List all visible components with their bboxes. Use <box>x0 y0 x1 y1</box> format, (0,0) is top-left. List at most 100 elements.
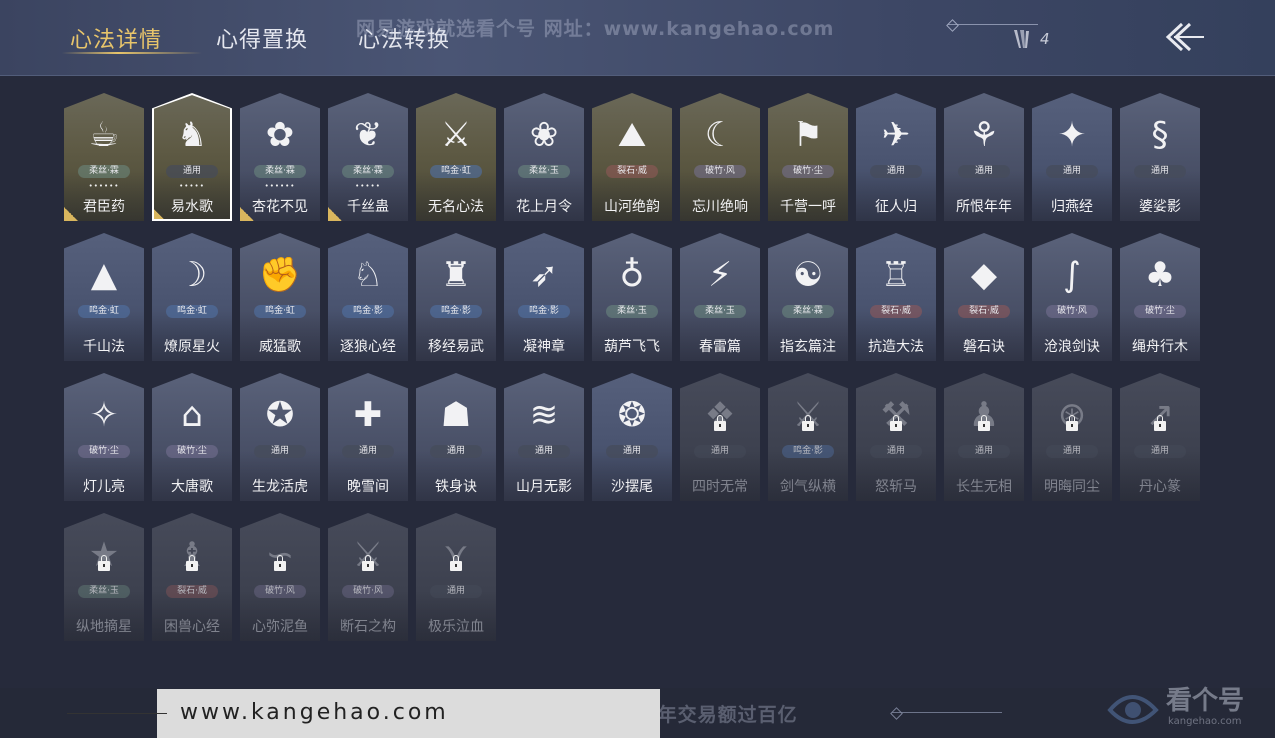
xinfa-card[interactable]: ✪ 通用 生龙活虎 <box>240 373 320 501</box>
xinfa-card[interactable]: ▲ 鸣金·虹 千山法 <box>64 233 144 361</box>
xinfa-card[interactable]: ∫ 破竹·风 沧浪剑诀 <box>1032 233 1112 361</box>
xinfa-card[interactable]: ❦ 柔丝·霖 ••••• 千丝蛊 <box>328 93 408 221</box>
xinfa-card[interactable]: ❖通用四时无常 <box>680 373 760 501</box>
school-tag: 破竹·尘 <box>782 165 834 178</box>
xinfa-card[interactable]: ➶ 鸣金·影 凝神章 <box>504 233 584 361</box>
school-tag: 柔丝·霖 <box>254 165 306 178</box>
xinfa-card[interactable]: ☽ 鸣金·虹 燎原星火 <box>152 233 232 361</box>
card-name: 燎原星火 <box>164 339 220 355</box>
xinfa-card[interactable]: ⚔鸣金·影剑气纵横 <box>768 373 848 501</box>
sword-icon: ⚔ <box>440 115 472 155</box>
card-name: 剑气纵横 <box>780 479 836 495</box>
xinfa-card[interactable]: ☗ 通用 铁身诀 <box>416 373 496 501</box>
xinfa-card[interactable]: ❀ 柔丝·玉 花上月令 <box>504 93 584 221</box>
xinfa-card[interactable]: ⚘ 通用 所恨年年 <box>944 93 1024 221</box>
horse-icon: ♞ <box>176 115 208 155</box>
xinfa-card[interactable]: ♜ 鸣金·影 移经易武 <box>416 233 496 361</box>
xinfa-card[interactable]: ♘ 鸣金·影 逐狼心经 <box>328 233 408 361</box>
strongman-icon: ☗ <box>440 395 472 435</box>
equipped-corner-mark <box>328 207 342 221</box>
xinfa-card[interactable]: ☯ 柔丝·霖 指玄篇注 <box>768 233 848 361</box>
card-name: 磐石诀 <box>963 339 1005 355</box>
card-name: 丹心篆 <box>1139 479 1181 495</box>
xinfa-card[interactable]: ✊ 鸣金·虹 威猛歌 <box>240 233 320 361</box>
xinfa-card[interactable]: ♞ 通用 ••••• 易水歌 <box>152 93 232 221</box>
xinfa-card[interactable]: ↗通用丹心篆 <box>1120 373 1200 501</box>
xinfa-card[interactable]: ♟通用长生无相 <box>944 373 1024 501</box>
xinfa-card[interactable]: § 通用婆娑影 <box>1120 93 1200 221</box>
mask-icon: ☾ <box>704 115 736 155</box>
school-tag: 通用 <box>166 165 218 178</box>
back-arrow-icon[interactable] <box>1160 20 1206 54</box>
tab-xinfa-details[interactable]: 心法详情 <box>70 22 162 54</box>
xinfa-grid: ☕ 柔丝·霖 •••••• 君臣药 ♞ 通用 ••••• 易水歌 ✿ 柔丝·霖 •••••• 杏花不见… <box>64 93 1200 641</box>
watermark-top: 网易游戏就选看个号 网址：www.kangehao.com <box>356 18 835 40</box>
equipped-corner-mark <box>240 207 254 221</box>
school-tag: 破竹·风 <box>694 165 746 178</box>
xinfa-card[interactable]: ≋ 通用 山月无影 <box>504 373 584 501</box>
xinfa-card[interactable]: ⛰ 裂石·威 山河绝韵 <box>592 93 672 221</box>
xinfa-card[interactable]: ☕ 柔丝·霖 •••••• 君臣药 <box>64 93 144 221</box>
claw-slash-icon: ≋ <box>529 395 559 435</box>
xinfa-card[interactable]: ⋎通用极乐泣血 <box>416 513 496 641</box>
lock-icon <box>890 415 902 431</box>
xinfa-card[interactable]: ✧ 破竹·尘 灯儿亮 <box>64 373 144 501</box>
xinfa-card[interactable]: ⊛通用明晦同尘 <box>1032 373 1112 501</box>
dragon-tiger-icon: ✪ <box>265 395 295 435</box>
school-tag: 柔丝·霖 <box>342 165 394 178</box>
bottom-decoration <box>892 712 1002 713</box>
xinfa-card[interactable]: ✈ 通用 征人归 <box>856 93 936 221</box>
card-name: 绳舟行木 <box>1132 339 1188 355</box>
xinfa-card[interactable]: ⚒通用怒斩马 <box>856 373 936 501</box>
xinfa-card[interactable]: ∽破竹·风心弥泥鱼 <box>240 513 320 641</box>
xinfa-card[interactable]: ♝裂石·威困兽心经 <box>152 513 232 641</box>
card-name: 千营一呼 <box>780 199 836 215</box>
xinfa-card[interactable]: ✚ 通用 晚雪间 <box>328 373 408 501</box>
school-tag: 通用 <box>1046 445 1098 458</box>
xinfa-card[interactable]: ⚔破竹·风断石之构 <box>328 513 408 641</box>
card-name: 移经易武 <box>428 339 484 355</box>
xinfa-card[interactable]: ◆ 裂石·威 磐石诀 <box>944 233 1024 361</box>
lock-icon <box>714 415 726 431</box>
school-tag: 裂石·威 <box>606 165 658 178</box>
card-name: 征人归 <box>875 199 917 215</box>
fist-icon: ✊ <box>258 255 302 295</box>
card-name: 所恨年年 <box>956 199 1012 215</box>
school-tag: 通用 <box>1046 165 1098 178</box>
lock-icon <box>802 415 814 431</box>
school-tag: 通用 <box>1134 165 1186 178</box>
xinfa-card[interactable]: ♁ 柔丝·玉 葫芦飞飞 <box>592 233 672 361</box>
equipped-corner-mark <box>64 207 78 221</box>
card-name: 长生无相 <box>956 479 1012 495</box>
bell-icon: ♖ <box>880 255 912 295</box>
xinfa-card[interactable]: ♣ 破竹·尘 绳舟行木 <box>1120 233 1200 361</box>
xinfa-card[interactable]: ✦ 通用 归燕经 <box>1032 93 1112 221</box>
xinfa-card[interactable]: ⚔ 鸣金·虹 无名心法 <box>416 93 496 221</box>
school-tag: 破竹·风 <box>342 585 394 598</box>
xinfa-card[interactable]: ♖ 裂石·威 抗造大法 <box>856 233 936 361</box>
school-tag: 破竹·风 <box>254 585 306 598</box>
armor-icon: ♜ <box>440 255 472 295</box>
tab-xinde-exchange[interactable]: 心得置换 <box>216 22 308 54</box>
card-name: 困兽心经 <box>164 619 220 635</box>
herb-bowl-icon: ☕ <box>88 115 120 155</box>
xinfa-card[interactable]: ✿ 柔丝·霖 •••••• 杏花不见 <box>240 93 320 221</box>
card-name: 晚雪间 <box>347 479 389 495</box>
cross-sword-icon: ✚ <box>353 395 383 435</box>
thunder-tree-icon: ⚡ <box>708 255 732 295</box>
lock-icon <box>186 555 198 571</box>
star-rating: ••••• <box>355 182 381 190</box>
school-tag: 通用 <box>870 445 922 458</box>
xinfa-card[interactable]: ⌂ 破竹·尘 大唐歌 <box>152 373 232 501</box>
school-tag: 通用 <box>430 585 482 598</box>
dragon-icon: § <box>1151 115 1169 155</box>
xinfa-card[interactable]: ⚑ 破竹·尘 千营一呼 <box>768 93 848 221</box>
school-tag: 通用 <box>606 445 658 458</box>
xinfa-card[interactable]: ❂ 通用 沙摆尾 <box>592 373 672 501</box>
xinfa-card[interactable]: ☾ 破竹·风 忘川绝响 <box>680 93 760 221</box>
card-name: 威猛歌 <box>259 339 301 355</box>
card-name: 婆娑影 <box>1139 199 1181 215</box>
xinfa-card[interactable]: ⚡ 柔丝·玉 春雷篇 <box>680 233 760 361</box>
xinfa-card[interactable]: ★柔丝·玉纵地摘星 <box>64 513 144 641</box>
star-rating: •••••• <box>88 182 120 190</box>
